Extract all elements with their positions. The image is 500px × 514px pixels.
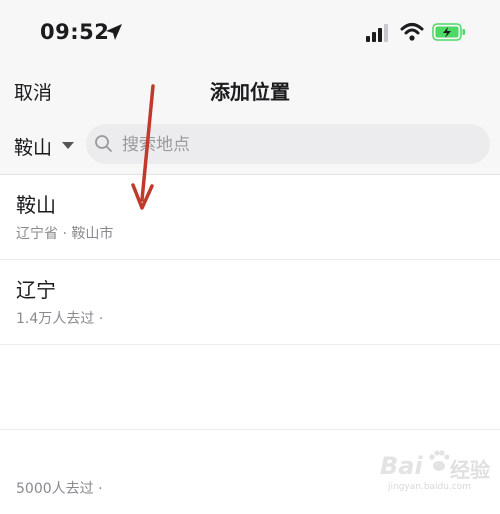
paw-icon [429, 450, 450, 471]
watermark-url: jingyan.baidu.com [388, 482, 472, 492]
status-bar: 09:52 [0, 0, 500, 66]
city-selector[interactable]: 鞍山 [14, 133, 52, 160]
list-item-subtitle: 5000人去过 · [16, 481, 103, 497]
list-item-subtitle: 1.4万人去过 · [16, 311, 104, 327]
wifi-icon [400, 23, 424, 41]
watermark-product: 经验 [450, 458, 490, 482]
search-box[interactable] [86, 124, 490, 166]
list-item-title: 鞍山 [16, 193, 56, 217]
list-item[interactable] [0, 345, 500, 430]
location-arrow-icon [106, 24, 122, 40]
chevron-down-icon[interactable] [62, 142, 74, 149]
list-item[interactable]: 辽宁 1.4万人去过 · [0, 260, 500, 345]
cellular-signal-icon [366, 24, 388, 42]
list-item[interactable]: 鞍山 辽宁省 · 鞍山市 [0, 175, 500, 260]
search-row: 鞍山 [0, 116, 500, 175]
search-input[interactable] [120, 124, 474, 166]
list-item-title: 辽宁 [16, 278, 56, 302]
status-time: 09:52 [40, 20, 110, 44]
nav-bar: 取消 添加位置 [0, 66, 500, 116]
page-title: 添加位置 [210, 80, 290, 104]
watermark-brand: Bai [380, 452, 423, 480]
search-icon [95, 135, 112, 152]
list-item-subtitle: 辽宁省 · 鞍山市 [16, 226, 114, 242]
battery-charging-icon [432, 23, 465, 41]
watermark: Bai 经验 jingyan.baidu.com [380, 446, 498, 496]
